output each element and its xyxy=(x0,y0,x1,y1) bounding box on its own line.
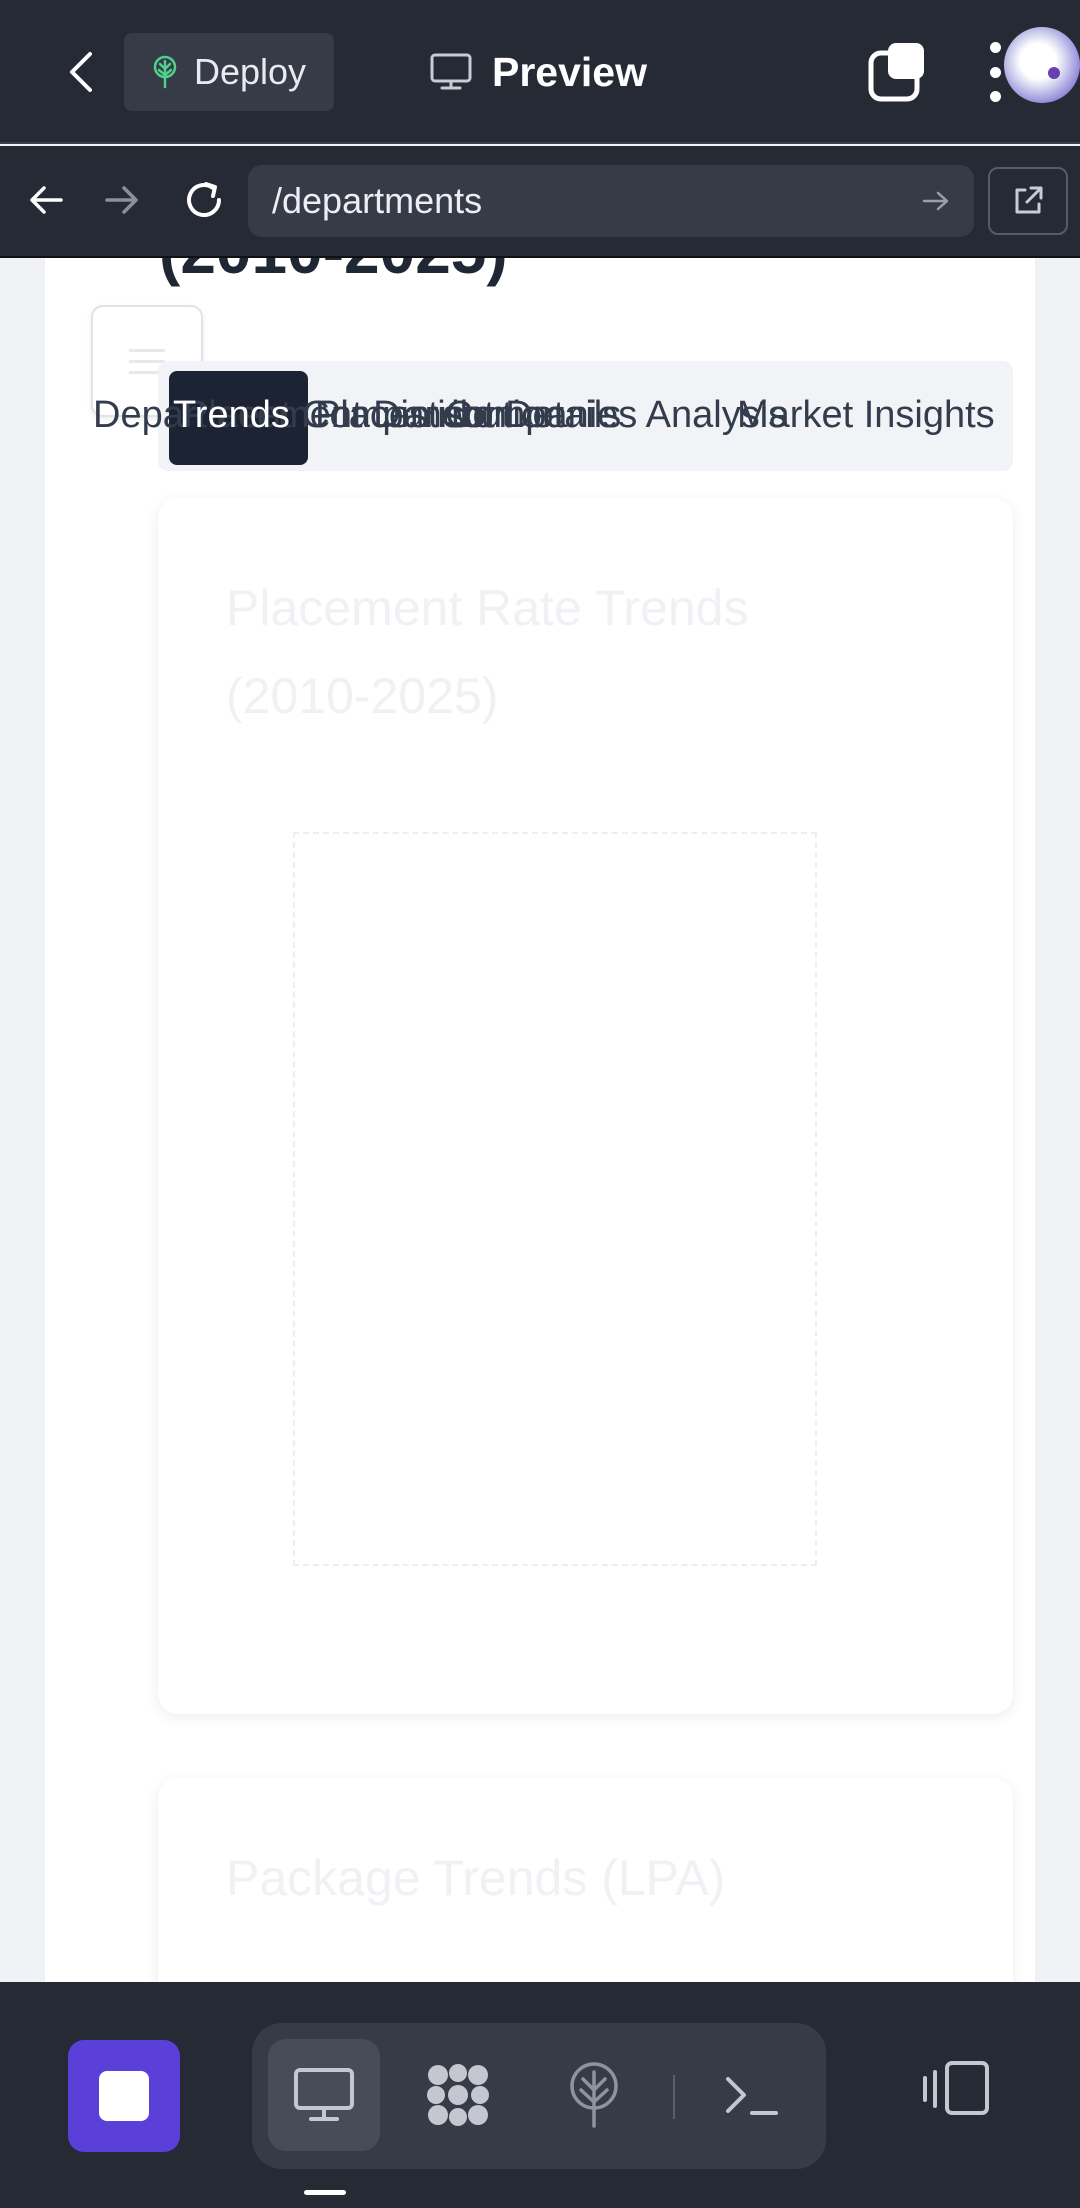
tool-group xyxy=(252,2023,826,2169)
deploy-label: Deploy xyxy=(194,51,307,92)
monitor-icon xyxy=(294,2068,354,2121)
chevron-left-icon xyxy=(70,52,92,92)
agents-icon xyxy=(427,2064,489,2126)
url-bar[interactable]: /departments xyxy=(248,165,974,237)
package-trends-card: Package Trends (LPA) xyxy=(158,1778,1013,1982)
url-text: /departments xyxy=(272,180,483,221)
tabs-button[interactable] xyxy=(866,40,930,104)
arrow-left-icon xyxy=(30,186,63,214)
reload-button[interactable] xyxy=(174,170,234,230)
tool-divider xyxy=(673,2075,675,2119)
card-title: Package Trends (LPA) xyxy=(226,1850,726,1906)
more-vertical-icon[interactable] xyxy=(986,42,1004,102)
devices-button[interactable] xyxy=(916,2048,996,2128)
deploy-tree-icon xyxy=(153,55,177,89)
arrow-right-icon[interactable] xyxy=(922,189,950,213)
chart-placeholder xyxy=(293,832,817,1566)
arrow-right-icon xyxy=(105,186,138,214)
deploy-tree-icon xyxy=(570,2062,618,2128)
preview-label: Preview xyxy=(492,48,647,95)
tab-market-insights[interactable]: Market Insights xyxy=(737,394,995,437)
preview-title: Preview xyxy=(430,40,647,104)
deploy-button[interactable]: Deploy xyxy=(124,33,334,111)
hamburger-line xyxy=(129,359,165,363)
back-button[interactable] xyxy=(52,40,108,104)
browser-back-button[interactable] xyxy=(16,170,76,230)
browser-bar: /departments xyxy=(0,146,1080,258)
avatar[interactable] xyxy=(1004,27,1080,103)
app-top-bar: Deploy Preview xyxy=(0,0,1080,144)
departments-page: (2010-2025) Department Comparison Placem… xyxy=(45,258,1035,1982)
open-external-button[interactable] xyxy=(988,167,1068,235)
stop-icon xyxy=(99,2071,149,2121)
terminal-icon xyxy=(726,2077,778,2115)
web-content: (2010-2025) Department Comparison Placem… xyxy=(0,258,1080,1982)
bottom-dock xyxy=(0,1982,1080,2208)
tab-trends-label: Trends xyxy=(173,394,290,436)
monitor-icon xyxy=(430,53,472,90)
reload-icon xyxy=(187,182,221,217)
home-indicator xyxy=(304,2190,346,2195)
deploy-tool-button[interactable] xyxy=(538,2039,650,2151)
hamburger-line xyxy=(129,348,165,352)
agents-tool-button[interactable] xyxy=(402,2039,514,2151)
stop-button[interactable] xyxy=(68,2040,180,2152)
tab-companies-analysis[interactable]: Companies Analysis xyxy=(445,394,787,437)
browser-forward-button[interactable] xyxy=(92,170,152,230)
tabs-icon xyxy=(868,43,924,102)
external-link-icon xyxy=(1015,186,1043,214)
card-title: Placement Rate Trends (2010-2025) xyxy=(226,580,749,724)
page-heading: (2010-2025) xyxy=(159,258,508,288)
devices-icon xyxy=(923,2061,989,2115)
desktop-tool-button[interactable] xyxy=(268,2039,380,2151)
terminal-tool-button[interactable] xyxy=(696,2039,808,2151)
